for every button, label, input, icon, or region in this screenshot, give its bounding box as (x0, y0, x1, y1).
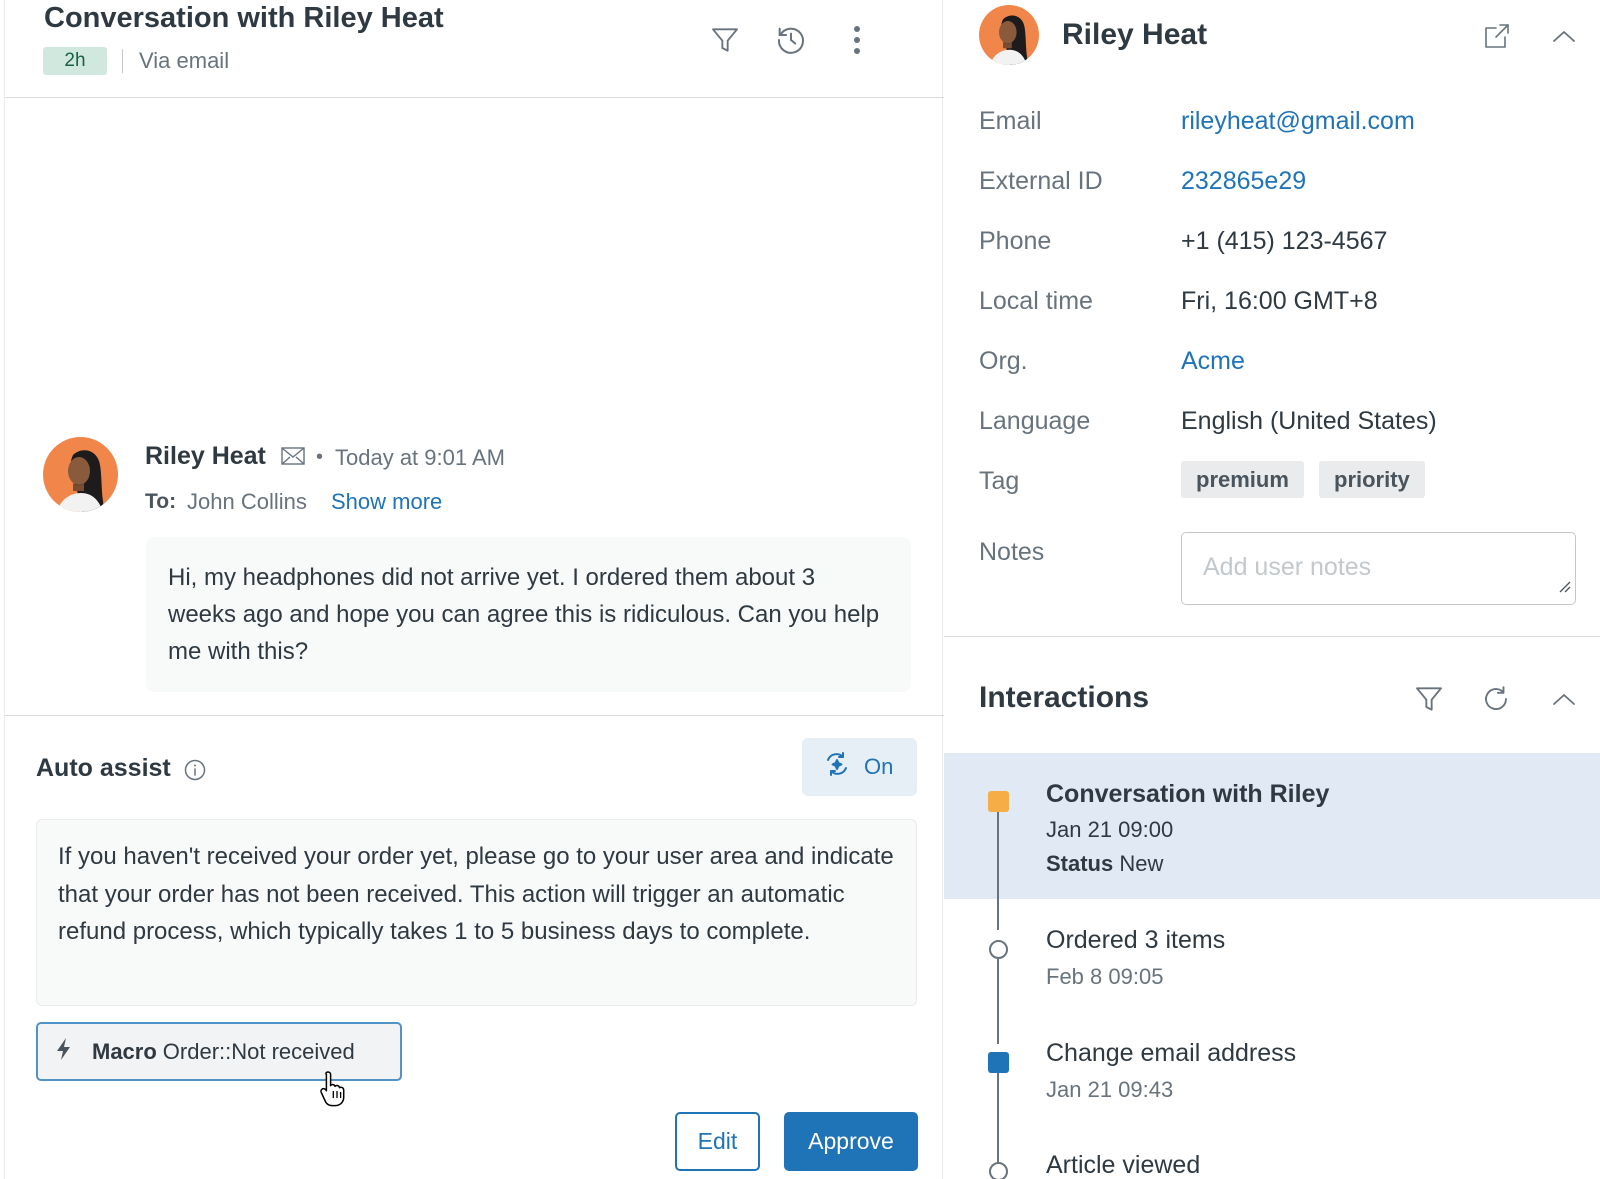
recipient-label: To: (145, 490, 177, 513)
external-id-value[interactable]: 232865e29 (1181, 167, 1306, 196)
timeline-marker-circle (989, 1162, 1008, 1179)
status-value: New (1119, 851, 1164, 876)
auto-assist-icon (824, 752, 850, 782)
local-time-label: Local time (979, 287, 1093, 315)
interaction-title[interactable]: Ordered 3 items (1046, 926, 1225, 955)
channel-label: Via email (139, 48, 230, 73)
interactions-title: Interactions (979, 681, 1150, 714)
phone-label: Phone (979, 227, 1052, 255)
interaction-title[interactable]: Article viewed (1046, 1151, 1200, 1179)
interactions-filter-icon[interactable] (1409, 679, 1449, 719)
tag-priority: priority (1319, 461, 1425, 498)
customer-name: Riley Heat (1062, 18, 1208, 51)
interaction-status: Status New (1046, 851, 1163, 877)
external-id-label: External ID (979, 167, 1103, 195)
language-label: Language (979, 407, 1091, 435)
language-value: English (United States) (1181, 407, 1437, 435)
info-icon[interactable] (184, 759, 206, 786)
tag-premium: premium (1181, 461, 1304, 498)
interaction-title: Conversation with Riley (1046, 780, 1330, 808)
macro-name: Order::Not received (162, 1038, 355, 1064)
conversation-pane: Conversation with Riley Heat 2h Via emai… (4, 0, 944, 1179)
message-body: Hi, my headphones did not arrive yet. I … (146, 537, 911, 692)
customer-context-panel: Riley Heat Email rileyheat@gmail.com Ext… (944, 0, 1600, 1179)
edit-button[interactable]: Edit (675, 1112, 760, 1171)
more-vertical-icon[interactable] (837, 20, 877, 60)
message-timestamp: Today at 9:01 AM (335, 445, 505, 470)
approve-button[interactable]: Approve (784, 1112, 918, 1171)
conversation-header: Conversation with Riley Heat 2h Via emai… (5, 0, 944, 98)
open-external-icon[interactable] (1477, 16, 1517, 56)
notes-label: Notes (979, 538, 1045, 566)
interaction-date: Jan 21 09:43 (1046, 1077, 1174, 1102)
history-icon[interactable] (771, 20, 811, 60)
auto-assist-panel: Auto assist On If you haven't received y… (5, 715, 944, 1179)
macro-prefix: Macro (92, 1038, 157, 1064)
filter-icon[interactable] (705, 20, 745, 60)
show-more-link[interactable]: Show more (331, 489, 442, 515)
conversation-title: Conversation with Riley Heat (44, 2, 444, 34)
tag-label: Tag (979, 467, 1020, 495)
section-divider (944, 636, 1600, 637)
mail-icon (281, 446, 305, 471)
header-divider (122, 49, 123, 73)
resize-grip-icon[interactable] (1557, 571, 1571, 600)
interaction-item-active[interactable] (944, 753, 1600, 899)
auto-assist-toggle[interactable]: On (802, 738, 917, 796)
notes-placeholder: Add user notes (1203, 553, 1372, 581)
timeline-marker-blue (988, 1052, 1009, 1073)
phone-value: +1 (415) 123-4567 (1181, 227, 1388, 255)
interaction-date: Feb 8 09:05 (1046, 964, 1164, 989)
interaction-title[interactable]: Change email address (1046, 1039, 1296, 1068)
sender-name[interactable]: Riley Heat (145, 442, 266, 471)
suggested-reply: If you haven't received your order yet, … (36, 819, 917, 1006)
lightning-icon (55, 1037, 73, 1067)
org-value[interactable]: Acme (1181, 347, 1245, 376)
separator-dot: • (316, 446, 324, 468)
notes-input[interactable]: Add user notes (1181, 532, 1576, 605)
age-badge: 2h (43, 47, 107, 75)
auto-assist-title: Auto assist (36, 754, 171, 782)
email-value[interactable]: rileyheat@gmail.com (1181, 107, 1415, 136)
auto-assist-toggle-label: On (864, 754, 894, 779)
timeline-line (997, 959, 999, 1044)
timeline-line (997, 810, 999, 930)
email-label: Email (979, 107, 1042, 135)
sender-avatar (43, 437, 118, 512)
customer-avatar (979, 5, 1039, 65)
interaction-date: Jan 21 09:00 (1046, 817, 1174, 842)
local-time-value: Fri, 16:00 GMT+8 (1181, 287, 1378, 315)
recipient-name: John Collins (187, 489, 307, 514)
interactions-collapse-icon[interactable] (1544, 679, 1584, 719)
org-label: Org. (979, 347, 1028, 375)
timeline-marker-orange (988, 791, 1009, 812)
status-label: Status (1046, 851, 1114, 876)
refresh-icon[interactable] (1476, 679, 1516, 719)
timeline-line (997, 1073, 999, 1173)
timeline-marker-circle (989, 940, 1008, 959)
hand-cursor-icon (319, 1069, 349, 1112)
collapse-chevron-icon[interactable] (1544, 16, 1584, 56)
